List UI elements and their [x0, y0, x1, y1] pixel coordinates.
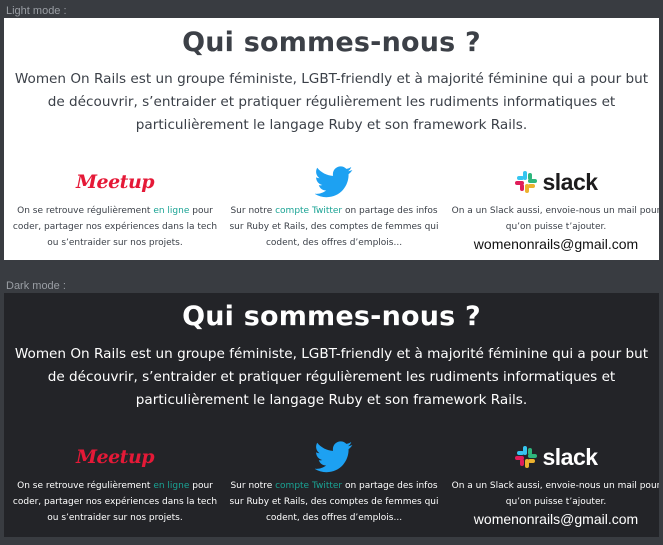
slack-logo[interactable]: slack	[448, 440, 659, 474]
meetup-link[interactable]: en ligne	[153, 206, 189, 216]
twitter-link[interactable]: compte Twitter	[275, 481, 342, 491]
intro-text: Women On Rails est un groupe féministe, …	[14, 71, 649, 133]
twitter-description: Sur notre compte Twitter on partage des …	[226, 478, 442, 526]
dark-mode-panel: Qui sommes-nous ? Women On Rails est un …	[4, 293, 659, 537]
slack-column: slack On a un Slack aussi, envoie-nous u…	[448, 165, 659, 253]
meetup-text-before: On se retrouve régulièrement	[17, 206, 154, 216]
slack-column: slack On a un Slack aussi, envoie-nous u…	[448, 440, 659, 528]
slack-logo[interactable]: slack	[448, 165, 659, 199]
slack-icon	[515, 446, 538, 468]
meetup-logo[interactable]: Meetup	[7, 165, 223, 199]
twitter-description: Sur notre compte Twitter on partage des …	[226, 203, 442, 251]
light-mode-panel: Qui sommes-nous ? Women On Rails est un …	[4, 18, 659, 260]
light-mode-label: Light mode :	[6, 5, 67, 17]
slack-description: On a un Slack aussi, envoie-nous un mail…	[451, 206, 659, 232]
twitter-logo[interactable]	[226, 165, 442, 199]
meetup-description: On se retrouve régulièrement en ligne po…	[7, 203, 223, 251]
page-title: Qui sommes-nous ?	[182, 27, 481, 58]
twitter-text-before: Sur notre	[230, 481, 276, 491]
meetup-text-before: On se retrouve régulièrement	[17, 481, 154, 491]
twitter-column: Sur notre compte Twitter on partage des …	[226, 165, 442, 251]
intro-text: Women On Rails est un groupe féministe, …	[14, 346, 649, 408]
slack-icon	[515, 171, 538, 193]
slack-description: On a un Slack aussi, envoie-nous un mail…	[451, 481, 659, 507]
contact-email[interactable]: womenonrails@gmail.com	[448, 511, 659, 527]
page-title: Qui sommes-nous ?	[182, 301, 481, 332]
slack-logo-text: slack	[542, 443, 598, 470]
twitter-logo[interactable]	[226, 440, 442, 474]
meetup-logo-text: Meetup	[75, 446, 155, 468]
meetup-description: On se retrouve régulièrement en ligne po…	[7, 478, 223, 526]
slack-logo-text: slack	[542, 168, 598, 195]
meetup-link[interactable]: en ligne	[153, 481, 189, 491]
twitter-bird-icon	[315, 441, 353, 473]
twitter-text-before: Sur notre	[230, 206, 276, 216]
meetup-logo-text: Meetup	[75, 171, 155, 193]
twitter-column: Sur notre compte Twitter on partage des …	[226, 440, 442, 526]
contact-email[interactable]: womenonrails@gmail.com	[448, 236, 659, 252]
meetup-column: Meetup On se retrouve régulièrement en l…	[7, 440, 223, 526]
dark-mode-label: Dark mode :	[6, 280, 66, 292]
twitter-bird-icon	[315, 166, 353, 198]
meetup-logo[interactable]: Meetup	[7, 440, 223, 474]
meetup-column: Meetup On se retrouve régulièrement en l…	[7, 165, 223, 251]
twitter-link[interactable]: compte Twitter	[275, 206, 342, 216]
